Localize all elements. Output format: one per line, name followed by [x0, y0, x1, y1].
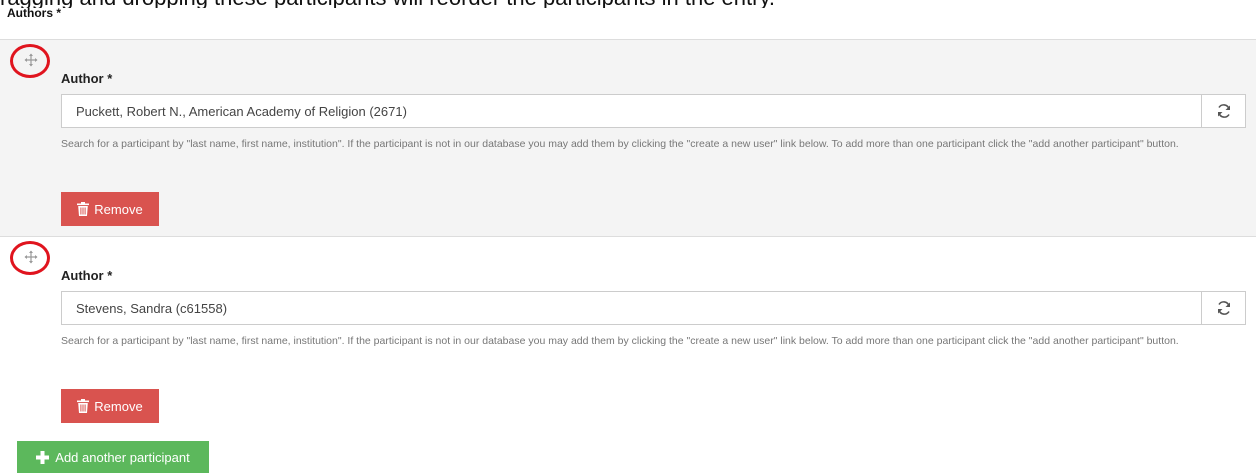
refresh-icon — [1217, 301, 1230, 315]
author-item: Author * Search for a participant by "la… — [0, 39, 1256, 236]
refresh-button[interactable] — [1201, 292, 1245, 324]
trash-icon — [77, 202, 90, 216]
remove-button-label: Remove — [94, 201, 143, 217]
author-item: Author * Search for a participant by "la… — [0, 236, 1256, 431]
remove-button-label: Remove — [94, 398, 143, 414]
annotation-circle — [10, 241, 50, 275]
author-help-text: Search for a participant by "last name, … — [61, 335, 1179, 347]
annotation-circle — [10, 44, 50, 78]
authors-section-label: Authors * — [7, 6, 61, 20]
author-search-input[interactable] — [62, 292, 1201, 324]
refresh-icon — [1217, 104, 1230, 118]
author-help-text: Search for a participant by "last name, … — [61, 138, 1179, 150]
remove-button[interactable]: Remove — [61, 389, 159, 423]
author-label: Author * — [61, 268, 113, 283]
plus-icon — [36, 450, 50, 464]
trash-icon — [77, 399, 90, 413]
author-input-group — [61, 291, 1246, 325]
refresh-button[interactable] — [1201, 95, 1245, 127]
author-label: Author * — [61, 71, 113, 86]
author-input-group — [61, 94, 1246, 128]
add-participant-label: Add another participant — [55, 449, 190, 465]
add-participant-button[interactable]: Add another participant — [17, 441, 209, 473]
cropped-caption-text: ragging and dropping these participants … — [0, 0, 1256, 8]
remove-button[interactable]: Remove — [61, 192, 159, 226]
author-search-input[interactable] — [62, 95, 1201, 127]
